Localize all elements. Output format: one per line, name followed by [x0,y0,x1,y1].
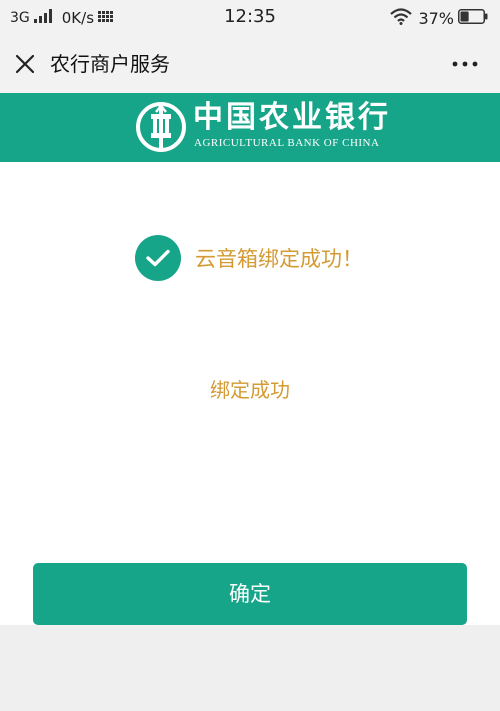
page-title: 农行商户服务 [50,52,170,76]
check-circle-icon [135,235,181,281]
success-message: 云音箱绑定成功！ [195,247,363,271]
screen: 3G 0K/s 12:35 37% 农行商户服务 中国农业银行 AGRICULT… [0,0,500,711]
status-message: 绑定成功 [210,378,290,402]
wifi-icon [390,7,413,29]
abc-logo-icon [134,100,188,154]
bank-banner: 中国农业银行 AGRICULTURAL BANK OF CHINA [0,93,500,162]
success-row: 云音箱绑定成功！ [135,235,363,281]
bank-name-en: AGRICULTURAL BANK OF CHINA [194,137,380,149]
bank-name-cn: 中国农业银行 [193,100,391,135]
battery-percent: 37% [418,8,454,28]
confirm-button[interactable]: 确定 [33,563,467,625]
status-bar: 3G 0K/s 12:35 37% [0,0,500,36]
battery-icon [458,8,488,28]
more-dots-icon[interactable] [450,52,480,76]
bottom-area [0,625,500,711]
nav-bar: 农行商户服务 [0,36,500,93]
main-content: 云音箱绑定成功！ 绑定成功 确定 [0,162,500,625]
close-icon[interactable] [12,51,38,77]
status-right: 37% [390,7,488,29]
